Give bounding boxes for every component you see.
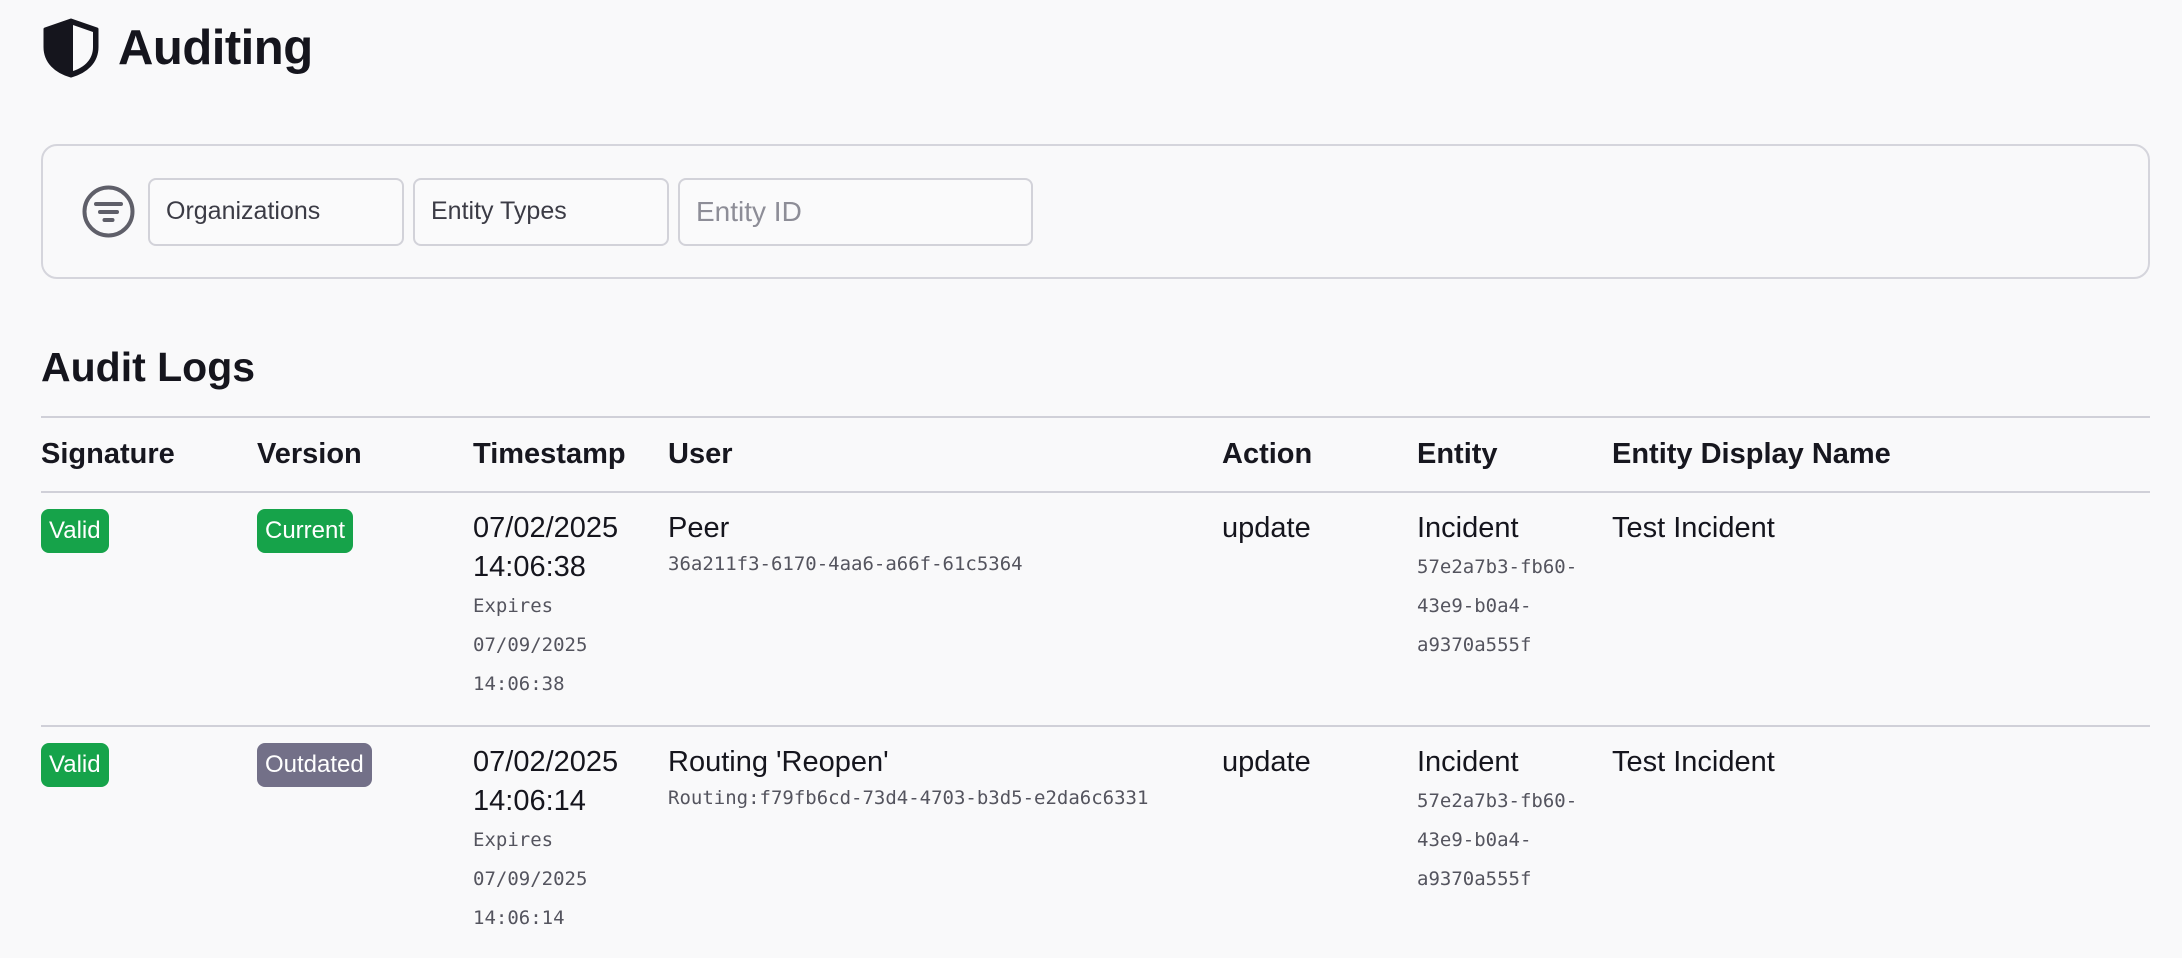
entity-types-select-label: Entity Types xyxy=(431,197,567,225)
audit-logs-table: Signature Version Timestamp User Action … xyxy=(41,416,2150,958)
timestamp-cell: 07/02/2025 14:06:14 Expires 07/09/2025 1… xyxy=(473,743,618,938)
entity-type: Incident xyxy=(1417,746,1519,778)
entity-id-line: 43e9-b0a4- xyxy=(1417,829,1532,851)
entity-id-line: 43e9-b0a4- xyxy=(1417,595,1532,617)
version-badge: Current xyxy=(257,509,354,553)
organizations-select[interactable]: Organizations xyxy=(148,177,404,246)
table-row[interactable]: Valid Current 07/02/2025 14:06:38 Expire… xyxy=(41,491,2150,725)
entity-types-select[interactable]: Entity Types xyxy=(413,177,669,246)
action-text: update xyxy=(1222,746,1311,778)
action-text: update xyxy=(1222,512,1311,544)
version-badge: Outdated xyxy=(257,743,372,787)
entity-display-name: Test Incident xyxy=(1612,512,1775,544)
expires-time: 14:06:14 xyxy=(473,907,565,929)
page-title: Auditing xyxy=(118,21,313,75)
entity-id-line: 57e2a7b3-fb60- xyxy=(1417,556,1578,578)
expires-date: 07/09/2025 xyxy=(473,868,588,890)
timestamp-date: 07/02/2025 xyxy=(473,512,619,544)
timestamp-time: 14:06:14 xyxy=(473,785,586,817)
user-cell: Routing 'Reopen' Routing:f79fb6cd-73d4-4… xyxy=(668,743,1148,814)
column-header-action[interactable]: Action xyxy=(1222,438,1312,471)
entity-id-line: a9370a555f xyxy=(1417,634,1532,656)
column-header-entity[interactable]: Entity xyxy=(1417,438,1498,471)
filter-icon[interactable] xyxy=(81,184,136,239)
signature-badge: Valid xyxy=(41,743,109,787)
entity-id-input[interactable] xyxy=(680,178,1031,245)
shield-icon xyxy=(43,18,99,78)
signature-badge: Valid xyxy=(41,509,109,553)
entity-id-line: 57e2a7b3-fb60- xyxy=(1417,790,1578,812)
expires-time: 14:06:38 xyxy=(473,673,565,695)
user-id: 36a211f3-6170-4aa6-a66f-61c5364 xyxy=(668,553,1023,575)
column-header-user[interactable]: User xyxy=(668,438,733,471)
audit-logs-title: Audit Logs xyxy=(41,344,256,390)
column-header-version[interactable]: Version xyxy=(257,438,362,471)
user-name: Routing 'Reopen' xyxy=(668,746,889,778)
entity-display-name: Test Incident xyxy=(1612,746,1775,778)
user-id: Routing:f79fb6cd-73d4-4703-b3d5-e2da6c63… xyxy=(668,787,1149,809)
entity-id-line: a9370a555f xyxy=(1417,868,1532,890)
entity-cell: Incident 57e2a7b3-fb60- 43e9-b0a4- a9370… xyxy=(1417,509,1587,665)
timestamp-time: 14:06:38 xyxy=(473,551,586,583)
table-header-row: Signature Version Timestamp User Action … xyxy=(41,416,2150,491)
expires-label: Expires xyxy=(473,829,554,851)
user-cell: Peer 36a211f3-6170-4aa6-a66f-61c5364 xyxy=(668,509,1023,580)
user-name: Peer xyxy=(668,512,730,544)
entity-type: Incident xyxy=(1417,512,1519,544)
timestamp-cell: 07/02/2025 14:06:38 Expires 07/09/2025 1… xyxy=(473,509,618,704)
page-header: Auditing xyxy=(42,18,313,78)
organizations-select-label: Organizations xyxy=(166,197,321,225)
entity-id-field-wrapper xyxy=(678,177,1033,246)
expires-label: Expires xyxy=(473,595,554,617)
column-header-signature[interactable]: Signature xyxy=(41,438,175,471)
column-header-entity-display-name[interactable]: Entity Display Name xyxy=(1612,438,1891,471)
table-row[interactable]: Valid Outdated 07/02/2025 14:06:14 Expir… xyxy=(41,725,2150,958)
entity-cell: Incident 57e2a7b3-fb60- 43e9-b0a4- a9370… xyxy=(1417,743,1587,899)
auditing-page: Auditing Organizations Entity Types Audi… xyxy=(0,0,2182,958)
expires-date: 07/09/2025 xyxy=(473,634,588,656)
timestamp-date: 07/02/2025 xyxy=(473,746,619,778)
column-header-timestamp[interactable]: Timestamp xyxy=(473,438,626,471)
filter-panel: Organizations Entity Types xyxy=(41,144,2150,279)
